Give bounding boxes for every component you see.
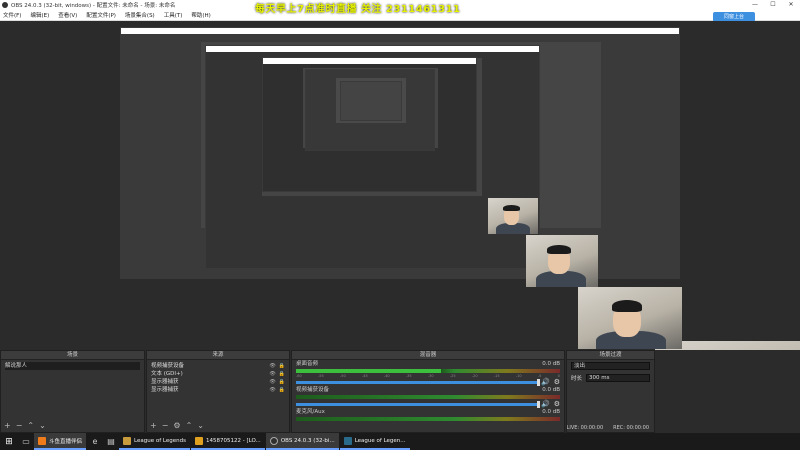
dock-panels: 场景 解说那人 + − ⌃ ⌄ 来源 视频捕获设备 👁 🔒 文本 (GDI+) 👁 🔒 …	[0, 350, 800, 433]
menu-profile[interactable]: 配置文件(P)	[86, 11, 116, 19]
app-icon	[269, 436, 278, 445]
scenes-title: 场景	[1, 351, 144, 360]
source-item[interactable]: 显示器捕获 👁 🔒	[151, 386, 285, 394]
gear-icon[interactable]: ⚙	[554, 378, 560, 386]
menu-scene-collection[interactable]: 场景集合(S)	[125, 11, 155, 19]
sources-panel: 来源 视频捕获设备 👁 🔒 文本 (GDI+) 👁 🔒 显示器捕获 👁 🔒 显示器捕获 👁 🔒 …	[146, 350, 290, 433]
gear-icon[interactable]: ⚙	[554, 400, 560, 408]
scene-item[interactable]: 解说那人	[5, 362, 140, 370]
minimize-button[interactable]: —	[746, 0, 764, 9]
nested-preview-5	[340, 81, 402, 121]
status-bar: LIVE: 00:00:00 REC: 00:00:00	[0, 423, 655, 433]
scenes-panel: 场景 解说那人 + − ⌃ ⌄	[0, 350, 145, 433]
track-name: 麦克风/Aux	[296, 409, 325, 415]
track-name: 桌面音频	[296, 361, 319, 367]
app-icon	[194, 436, 203, 445]
task-view-icon[interactable]: ▭	[18, 433, 34, 450]
volume-slider[interactable]	[296, 379, 540, 386]
taskbar-app[interactable]: League of Legen...	[339, 433, 410, 450]
live-timer: LIVE: 00:00:00	[566, 425, 604, 431]
menu-edit[interactable]: 编辑(E)	[30, 11, 49, 19]
window-title: OBS 24.0.3 (32-bit, windows) - 配置文件: 未命名…	[11, 2, 176, 9]
menu-view[interactable]: 查看(V)	[58, 11, 77, 19]
eye-icon[interactable]: 👁	[269, 378, 275, 386]
source-item[interactable]: 显示器捕获 👁 🔒	[151, 378, 285, 386]
volume-meter	[296, 369, 560, 373]
taskbar-app[interactable]: League of Legends	[119, 433, 190, 450]
track-level: 0.0 dB	[542, 409, 560, 415]
transition-select[interactable]: 淡出	[571, 362, 650, 370]
obs-logo-icon	[2, 1, 8, 8]
lock-icon[interactable]: 🔒	[279, 386, 285, 394]
source-item[interactable]: 文本 (GDI+) 👁 🔒	[151, 370, 285, 378]
app-icon	[38, 436, 46, 445]
eye-icon[interactable]: 👁	[269, 362, 275, 370]
duration-label: 时长	[571, 376, 583, 382]
mixer-title: 混音器	[292, 351, 564, 360]
webcam-feed-nested-3	[488, 198, 538, 234]
maximize-button[interactable]: ☐	[764, 0, 782, 9]
volume-meter	[296, 417, 560, 421]
taskbar-app[interactable]: 斗鱼直播伴侣	[34, 433, 87, 450]
source-item[interactable]: 视频捕获设备 👁 🔒	[151, 362, 285, 370]
app-icon	[123, 436, 132, 445]
track-level: 0.0 dB	[542, 387, 560, 393]
transitions-panel: 场景过渡 淡出 时长 300 ms	[566, 350, 655, 433]
lock-icon[interactable]: 🔒	[279, 370, 285, 378]
windows-start-icon[interactable]: ⊞	[0, 433, 18, 450]
eye-icon[interactable]: 👁	[269, 370, 275, 378]
rec-timer: REC: 00:00:00	[613, 425, 649, 431]
stream-overlay-text: 每天早上7点准时直播 关注 2311461311	[255, 4, 461, 15]
track-name: 视频捕获设备	[296, 387, 330, 393]
menu-file[interactable]: 文件(F)	[3, 11, 21, 19]
close-button[interactable]: ✕	[782, 0, 800, 9]
volume-slider[interactable]	[296, 401, 540, 408]
lock-icon[interactable]: 🔒	[279, 362, 285, 370]
eye-icon[interactable]: 👁	[269, 386, 275, 394]
menu-tools[interactable]: 工具(T)	[164, 11, 183, 19]
sources-title: 来源	[147, 351, 289, 360]
webcam-feed-nested-1	[578, 287, 682, 349]
audio-mixer-panel: 混音器 桌面音频 0.0 dB -60 -55 -50 -45 -40 -35 -30 -25-…	[291, 350, 565, 433]
transitions-title: 场景过渡	[567, 351, 654, 360]
menu-help[interactable]: 帮助(H)	[191, 11, 210, 19]
track-level: 0.0 dB	[542, 361, 560, 367]
app-icon	[343, 436, 352, 445]
mixer-track-capture: 视频捕获设备 0.0 dB 🔊 ⚙	[296, 387, 560, 408]
mixer-track-mic: 麦克风/Aux 0.0 dB	[296, 409, 560, 421]
volume-meter	[296, 395, 560, 399]
file-explorer-icon[interactable]: ▤	[103, 433, 119, 450]
edge-browser-icon[interactable]: e	[87, 433, 103, 450]
lock-icon[interactable]: 🔒	[279, 378, 285, 386]
windows-taskbar: ⊞ ▭ 斗鱼直播伴侣 e ▤ League of Legends 1458705…	[0, 433, 800, 450]
taskbar-app[interactable]: 1458705122 - [LO...	[190, 433, 265, 450]
taskbar-app[interactable]: OBS 24.0.3 (32-bi...	[265, 433, 339, 450]
duration-input[interactable]: 300 ms	[586, 374, 650, 382]
webcam-feed-nested-2	[526, 235, 598, 287]
speaker-icon[interactable]: 🔊	[541, 378, 550, 386]
mixer-track-desktop: 桌面音频 0.0 dB -60 -55 -50 -45 -40 -35 -30 -25 -20 -1…	[296, 361, 560, 386]
speaker-icon[interactable]: 🔊	[541, 400, 550, 408]
